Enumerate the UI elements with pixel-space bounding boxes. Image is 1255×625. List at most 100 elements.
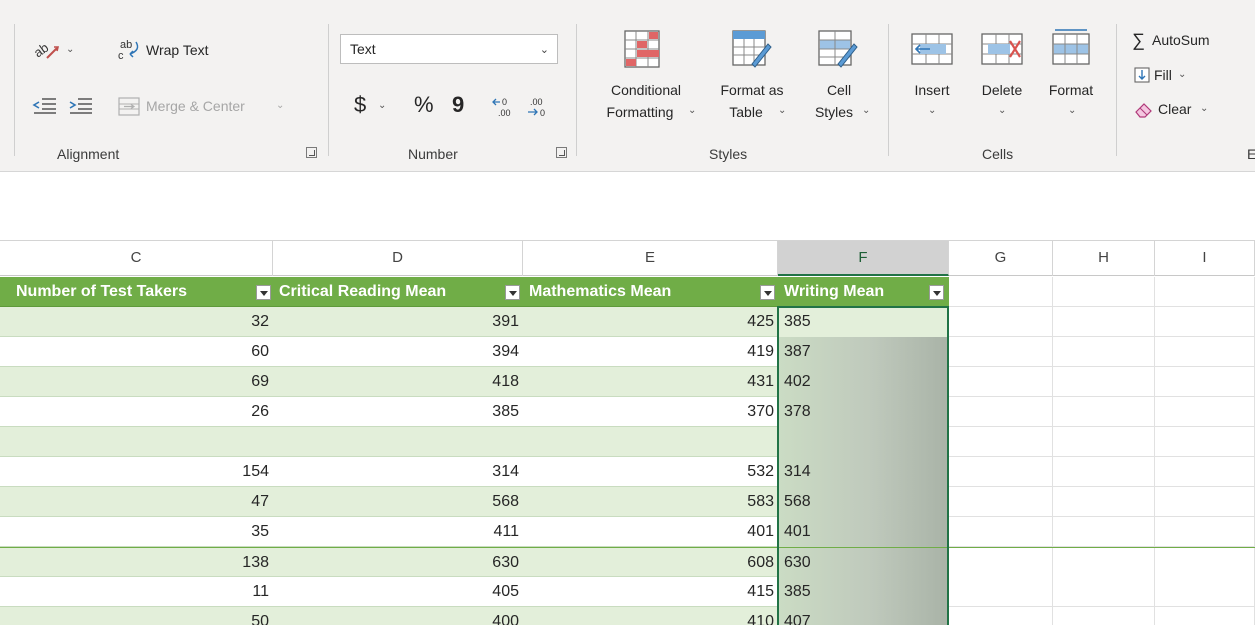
number-dialog-launcher-icon[interactable]: [556, 147, 567, 158]
cell-mathematics[interactable]: 608: [523, 548, 778, 578]
cell-critical-reading[interactable]: 314: [273, 457, 523, 487]
empty-cell[interactable]: [1053, 548, 1155, 578]
cell-writing[interactable]: 407: [778, 607, 948, 625]
decrease-decimal-button[interactable]: .00 0: [526, 96, 554, 120]
cell-test-takers[interactable]: 60: [0, 337, 273, 367]
empty-cell[interactable]: [1155, 277, 1255, 307]
cell-test-takers[interactable]: 69: [0, 367, 273, 397]
cell-mathematics[interactable]: 419: [523, 337, 778, 367]
empty-cell[interactable]: [949, 367, 1053, 397]
cell-test-takers[interactable]: 138: [0, 548, 273, 578]
empty-cell[interactable]: [1155, 337, 1255, 367]
comma-style-button[interactable]: 9: [446, 92, 472, 122]
empty-cell[interactable]: [1053, 277, 1155, 307]
wrap-text-button[interactable]: ab c Wrap Text: [116, 36, 266, 64]
autosum-button[interactable]: ∑ AutoSum: [1132, 28, 1255, 54]
increase-indent-button[interactable]: [66, 92, 102, 120]
empty-cell[interactable]: [1053, 397, 1155, 427]
cell-mathematics[interactable]: 415: [523, 577, 778, 607]
empty-cell[interactable]: [1053, 607, 1155, 625]
conditional-formatting-button[interactable]: Conditional Formatting ⌄: [590, 28, 702, 132]
column-header-c[interactable]: C: [0, 241, 273, 276]
empty-cell[interactable]: [949, 337, 1053, 367]
format-as-table-button[interactable]: Format as Table ⌄: [706, 28, 798, 132]
empty-cell[interactable]: [1155, 517, 1255, 547]
cell-mathematics[interactable]: 401: [523, 517, 778, 547]
empty-cell[interactable]: [949, 517, 1053, 547]
alignment-dialog-launcher-icon[interactable]: [306, 147, 317, 158]
empty-cell[interactable]: [949, 487, 1053, 517]
empty-cell[interactable]: [949, 307, 1053, 337]
empty-cell[interactable]: [949, 548, 1053, 578]
cell-critical-reading[interactable]: 411: [273, 517, 523, 547]
cell-critical-reading[interactable]: 385: [273, 397, 523, 427]
column-header-g[interactable]: G: [949, 241, 1053, 276]
cell-writing[interactable]: 630: [778, 548, 948, 578]
empty-cell[interactable]: [949, 607, 1053, 625]
empty-cell[interactable]: [949, 577, 1053, 607]
empty-cell[interactable]: [949, 457, 1053, 487]
empty-cell[interactable]: [1155, 548, 1255, 578]
cell-critical-reading[interactable]: 630: [273, 548, 523, 578]
cell-writing[interactable]: 568: [778, 487, 948, 517]
empty-cell[interactable]: [1053, 367, 1155, 397]
cell-mathematics[interactable]: 532: [523, 457, 778, 487]
cell-mathematics[interactable]: 583: [523, 487, 778, 517]
cell-critical-reading[interactable]: 405: [273, 577, 523, 607]
cell-critical-reading[interactable]: [273, 427, 523, 457]
empty-cell[interactable]: [1155, 427, 1255, 457]
cell-writing[interactable]: 385: [778, 307, 948, 337]
cell-test-takers[interactable]: 35: [0, 517, 273, 547]
cell-writing[interactable]: 387: [778, 337, 948, 367]
cell-critical-reading[interactable]: 400: [273, 607, 523, 625]
cell-test-takers[interactable]: 26: [0, 397, 273, 427]
empty-cell[interactable]: [1155, 367, 1255, 397]
cell-writing[interactable]: 402: [778, 367, 948, 397]
cell-mathematics[interactable]: 431: [523, 367, 778, 397]
cell-critical-reading[interactable]: 394: [273, 337, 523, 367]
cell-mathematics[interactable]: 425: [523, 307, 778, 337]
empty-cell[interactable]: [1155, 307, 1255, 337]
empty-cell[interactable]: [1053, 337, 1155, 367]
cell-mathematics[interactable]: [523, 427, 778, 457]
cell-writing[interactable]: [778, 427, 948, 457]
number-format-select[interactable]: Text ⌄: [340, 34, 558, 64]
column-header-h[interactable]: H: [1053, 241, 1155, 276]
cell-critical-reading[interactable]: 391: [273, 307, 523, 337]
cell-test-takers[interactable]: 154: [0, 457, 273, 487]
cell-styles-button[interactable]: Cell Styles ⌄: [804, 28, 874, 132]
cell-writing[interactable]: 385: [778, 577, 948, 607]
filter-dropdown-icon[interactable]: [760, 285, 775, 300]
empty-cell[interactable]: [949, 277, 1053, 307]
fill-button[interactable]: Fill ⌄: [1132, 64, 1242, 88]
cell-critical-reading[interactable]: 418: [273, 367, 523, 397]
cell-test-takers[interactable]: 32: [0, 307, 273, 337]
cell-test-takers[interactable]: 50: [0, 607, 273, 625]
cell-mathematics[interactable]: 410: [523, 607, 778, 625]
empty-cell[interactable]: [1053, 517, 1155, 547]
empty-cell[interactable]: [1053, 457, 1155, 487]
empty-cell[interactable]: [1155, 397, 1255, 427]
empty-cell[interactable]: [1053, 487, 1155, 517]
column-header-i[interactable]: I: [1155, 241, 1255, 276]
cell-test-takers[interactable]: [0, 427, 273, 457]
cell-test-takers[interactable]: 47: [0, 487, 273, 517]
column-header-f[interactable]: F: [778, 241, 949, 276]
cell-test-takers[interactable]: 11: [0, 577, 273, 607]
decrease-indent-button[interactable]: [30, 92, 66, 120]
empty-cell[interactable]: [1155, 457, 1255, 487]
cell-writing[interactable]: 314: [778, 457, 948, 487]
empty-cell[interactable]: [1053, 427, 1155, 457]
empty-cell[interactable]: [1053, 577, 1155, 607]
cell-critical-reading[interactable]: 568: [273, 487, 523, 517]
cell-mathematics[interactable]: 370: [523, 397, 778, 427]
empty-cell[interactable]: [1155, 487, 1255, 517]
filter-dropdown-icon[interactable]: [929, 285, 944, 300]
orientation-button[interactable]: ab ⌄: [30, 36, 80, 64]
empty-cell[interactable]: [1053, 307, 1155, 337]
delete-cells-button[interactable]: Delete ⌄: [970, 28, 1034, 132]
column-header-d[interactable]: D: [273, 241, 523, 276]
accounting-format-button[interactable]: $ ⌄: [350, 92, 402, 122]
filter-dropdown-icon[interactable]: [505, 285, 520, 300]
column-header-e[interactable]: E: [523, 241, 778, 276]
